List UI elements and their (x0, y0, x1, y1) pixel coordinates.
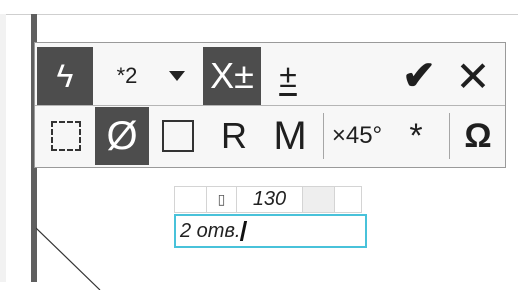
check-icon: ✔ (402, 54, 436, 98)
star-label: * (409, 116, 423, 155)
m-button[interactable]: M (263, 107, 317, 165)
omega-label: Ω (464, 116, 492, 155)
diameter-button[interactable]: Ø (95, 107, 149, 165)
cross-icon: ✕ (455, 52, 491, 100)
chamfer-45-button[interactable]: ×45° (327, 107, 387, 165)
lightning-icon: ϟ (56, 57, 74, 94)
star-dropdown-button[interactable] (157, 47, 197, 105)
dimension-text-header: ▯ 130 (174, 186, 362, 213)
plus-minus-label: ± (279, 57, 297, 94)
dimension-value-cell[interactable]: 130 (237, 187, 303, 212)
star-selector[interactable]: *2 (97, 47, 157, 105)
suffix-cell[interactable] (335, 187, 361, 212)
dimension-input-text: 2 отв. (180, 219, 241, 242)
omega-button[interactable]: Ω (453, 107, 503, 165)
triangle-down-icon (169, 71, 185, 81)
cancel-button[interactable]: ✕ (449, 47, 497, 105)
dimension-toolbar: ϟ *2 X± ± ✔ ✕ Ø R M ×45° * Ω (34, 42, 506, 168)
toolbar-row-2: Ø R M ×45° * Ω (35, 107, 505, 165)
plus-minus-button[interactable]: ± (265, 47, 311, 105)
canvas-top-border (0, 0, 518, 15)
square-button[interactable] (151, 107, 205, 165)
separator (449, 113, 450, 159)
toolbar-row-1: ϟ *2 X± ± ✔ ✕ (35, 47, 505, 105)
chamfer-label: ×45° (331, 122, 383, 149)
diameter-label: Ø (106, 113, 138, 158)
tolerance-cell[interactable] (303, 187, 335, 212)
square-icon (162, 120, 194, 152)
prefix-cell[interactable] (175, 187, 207, 212)
dashed-rectangle-icon (51, 121, 81, 151)
left-frame (0, 14, 6, 282)
separator (323, 113, 324, 159)
x-tolerance-label: X± (210, 55, 254, 96)
star-selector-label: *2 (116, 63, 138, 88)
text-caret (240, 221, 248, 241)
symbol-cell[interactable]: ▯ (207, 187, 237, 212)
dashed-rect-button[interactable] (39, 107, 93, 165)
radius-label: R (221, 115, 247, 156)
drawing-diagonal-line (36, 227, 101, 290)
star-button[interactable]: * (391, 107, 441, 165)
lightning-button[interactable]: ϟ (37, 47, 93, 105)
dimension-text-input[interactable]: 2 отв. (174, 214, 367, 248)
row-divider (35, 105, 505, 106)
radius-button[interactable]: R (209, 107, 259, 165)
m-label: M (273, 113, 307, 158)
x-tolerance-button[interactable]: X± (203, 47, 261, 105)
confirm-button[interactable]: ✔ (397, 47, 441, 105)
